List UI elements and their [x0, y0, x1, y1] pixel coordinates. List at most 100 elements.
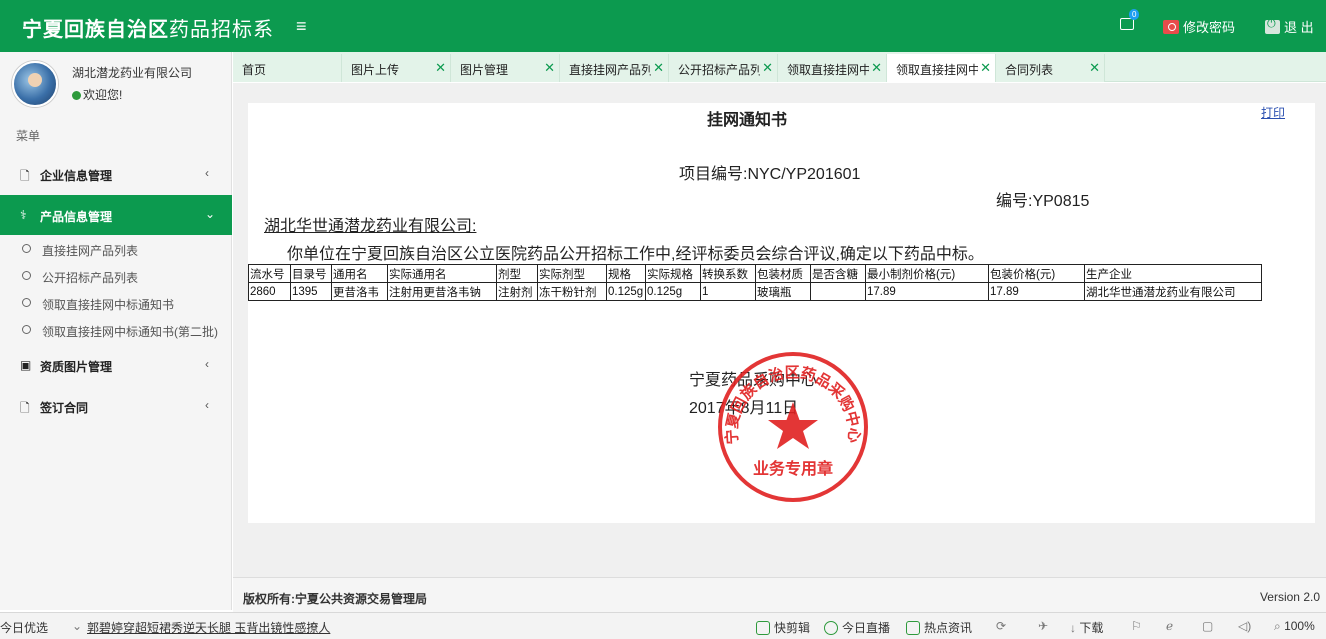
table-cell: 17.89: [988, 282, 1085, 301]
change-password-button[interactable]: 修改密码: [1163, 17, 1235, 36]
table-cell: 0.125g: [645, 282, 701, 301]
table-cell: 2860: [248, 282, 291, 301]
table-header: 转换系数: [700, 264, 756, 283]
chevron-down-icon: ⌄: [205, 207, 216, 221]
flag-icon[interactable]: ⚐: [1131, 619, 1142, 633]
close-icon[interactable]: ✕: [762, 60, 773, 76]
sidebar-item-images[interactable]: ▣ 资质图片管理 ‹: [0, 345, 232, 385]
table-header: 实际剂型: [537, 264, 607, 283]
document-icon: 🗋: [20, 169, 30, 183]
table-cell: [810, 282, 866, 301]
copyright: 版权所有:宁夏公共资源交易管理局: [243, 592, 427, 606]
page-footer: 版权所有:宁夏公共资源交易管理局 Version 2.0: [233, 577, 1326, 612]
tab-image-manage[interactable]: 图片管理 ✕: [451, 54, 560, 82]
table-header: 包装价格(元): [988, 264, 1085, 283]
project-number: 项目编号:NYC/YP201601: [679, 166, 861, 183]
speaker-icon[interactable]: ◁): [1238, 619, 1251, 633]
status-live[interactable]: 今日直播: [824, 619, 890, 636]
tab-image-upload[interactable]: 图片上传 ✕: [342, 54, 451, 82]
sidebar-subitem-tender-list[interactable]: 公开招标产品列表: [0, 263, 232, 290]
download-icon: ↓: [1070, 621, 1076, 635]
close-icon[interactable]: ✕: [980, 60, 991, 76]
live-icon: [824, 621, 838, 635]
chevron-left-icon: ‹: [205, 357, 209, 371]
pin-icon[interactable]: ✈: [1038, 619, 1048, 633]
mail-icon[interactable]: 0: [1120, 9, 1140, 30]
table-header: 流水号: [248, 264, 291, 283]
online-dot-icon: [72, 91, 81, 100]
app-header: 宁夏回族自治区药品招标系 ≡ 0 修改密码 退 出: [0, 0, 1326, 52]
zoom-icon: ⌕: [1274, 619, 1281, 633]
close-icon[interactable]: ✕: [544, 60, 555, 76]
circle-icon: [22, 325, 31, 334]
table-cell: 湖北华世通潜龙药业有限公司: [1084, 282, 1262, 301]
table-cell: 17.89: [865, 282, 989, 301]
chevron-left-icon: ‹: [205, 398, 209, 412]
table-header: 实际规格: [645, 264, 701, 283]
close-icon[interactable]: ✕: [1089, 60, 1100, 76]
drug-table: 流水号 目录号 通用名 实际通用名 剂型 实际剂型 规格 实际规格 转换系数 包…: [248, 264, 1262, 301]
tab-tender-list[interactable]: 公开招标产品列 ✕: [669, 54, 778, 82]
status-daily-picks[interactable]: 今日优选: [0, 619, 48, 636]
status-download[interactable]: ↓ 下载: [1070, 619, 1103, 636]
table-cell: 玻璃瓶: [755, 282, 811, 301]
status-news-link[interactable]: 郭碧婷穿超短裙秀逆天长腿 玉背出镜性感撩人: [87, 619, 330, 636]
tab-home[interactable]: 首页: [233, 54, 342, 82]
window-icon[interactable]: ▢: [1202, 619, 1213, 633]
table-cell: 0.125g: [606, 282, 646, 301]
table-cell: 注射用更昔洛韦钠: [387, 282, 497, 301]
news-icon: [906, 621, 920, 635]
sidebar-item-company-info[interactable]: 🗋 企业信息管理 ‹: [0, 154, 232, 194]
mail-badge: 0: [1129, 9, 1140, 20]
table-header: 规格: [606, 264, 646, 283]
menu-header: 菜单: [16, 129, 41, 143]
tab-contract-list[interactable]: 合同列表 ✕: [996, 54, 1105, 82]
power-icon: [1265, 18, 1280, 34]
close-icon[interactable]: ✕: [653, 60, 664, 76]
sidebar-item-product-info[interactable]: ⚕ 产品信息管理 ⌄: [0, 195, 232, 235]
addressee: 湖北华世通潜龙药业有限公司:: [264, 218, 477, 235]
table-header: 包装材质: [755, 264, 811, 283]
table-header-row: 流水号 目录号 通用名 实际通用名 剂型 实际剂型 规格 实际规格 转换系数 包…: [248, 264, 1262, 283]
print-link[interactable]: 打印: [1261, 104, 1285, 121]
sidebar-subitem-direct-list[interactable]: 直接挂网产品列表: [0, 236, 232, 263]
tab-direct-list[interactable]: 直接挂网产品列 ✕: [560, 54, 669, 82]
circle-icon: [22, 271, 31, 280]
zoom-control[interactable]: ⌕ 100%: [1274, 619, 1315, 634]
browser-status-bar: 今日优选 ⌄ 郭碧婷穿超短裙秀逆天长腿 玉背出镜性感撩人 快剪辑 今日直播 热点…: [0, 612, 1326, 639]
document-icon: 🗋: [20, 401, 30, 415]
status-quick-cut[interactable]: 快剪辑: [756, 619, 810, 636]
table-cell: 更昔洛韦: [331, 282, 388, 301]
table-cell: 注射剂: [496, 282, 538, 301]
sidebar-item-contract[interactable]: 🗋 签订合同 ‹: [0, 386, 232, 426]
table-header: 实际通用名: [387, 264, 497, 283]
key-icon: [1163, 20, 1179, 34]
refresh-icon[interactable]: ⟳: [996, 619, 1006, 633]
circle-icon: [22, 298, 31, 307]
play-icon: [756, 621, 770, 635]
seal-bottom-text: 业务专用章: [753, 459, 833, 478]
welcome-status: 欢迎您!: [72, 86, 122, 103]
table-header: 目录号: [290, 264, 332, 283]
document-number: 编号:YP0815: [996, 193, 1090, 210]
circle-icon: [22, 244, 31, 253]
close-icon[interactable]: ✕: [435, 60, 446, 76]
table-header: 通用名: [331, 264, 388, 283]
logout-button[interactable]: 退 出: [1265, 17, 1314, 36]
document-title: 挂网通知书: [707, 112, 788, 129]
chevron-down-icon[interactable]: ⌄: [72, 619, 82, 633]
official-seal-icon: 宁夏回族自治区药品采购中心 业务专用章: [718, 352, 868, 502]
tab-bar: 首页 图片上传 ✕ 图片管理 ✕ 直接挂网产品列 ✕ 公开招标产品列 ✕ 领取直接挂网中…: [233, 52, 1326, 82]
close-icon[interactable]: ✕: [871, 60, 882, 76]
menu-toggle-icon[interactable]: ≡: [296, 16, 307, 37]
ie-icon[interactable]: ℯ: [1166, 619, 1173, 633]
sidebar-subitem-notice-batch2[interactable]: 领取直接挂网中标通知书(第二批): [0, 317, 232, 344]
table-row: 2860 1395 更昔洛韦 注射用更昔洛韦钠 注射剂 冻干粉针剂 0.125g…: [248, 282, 1262, 301]
tab-notice-batch2[interactable]: 领取直接挂网中 ✕: [887, 54, 996, 82]
table-header: 剂型: [496, 264, 538, 283]
status-hot-news[interactable]: 热点资讯: [906, 619, 972, 636]
sidebar-subitem-notice[interactable]: 领取直接挂网中标通知书: [0, 290, 232, 317]
table-header: 生产企业: [1084, 264, 1262, 283]
tab-notice[interactable]: 领取直接挂网中 ✕: [778, 54, 887, 82]
notice-body: 你单位在宁夏回族自治区公立医院药品公开招标工作中,经评标委员会综合评议,确定以下…: [287, 246, 984, 263]
